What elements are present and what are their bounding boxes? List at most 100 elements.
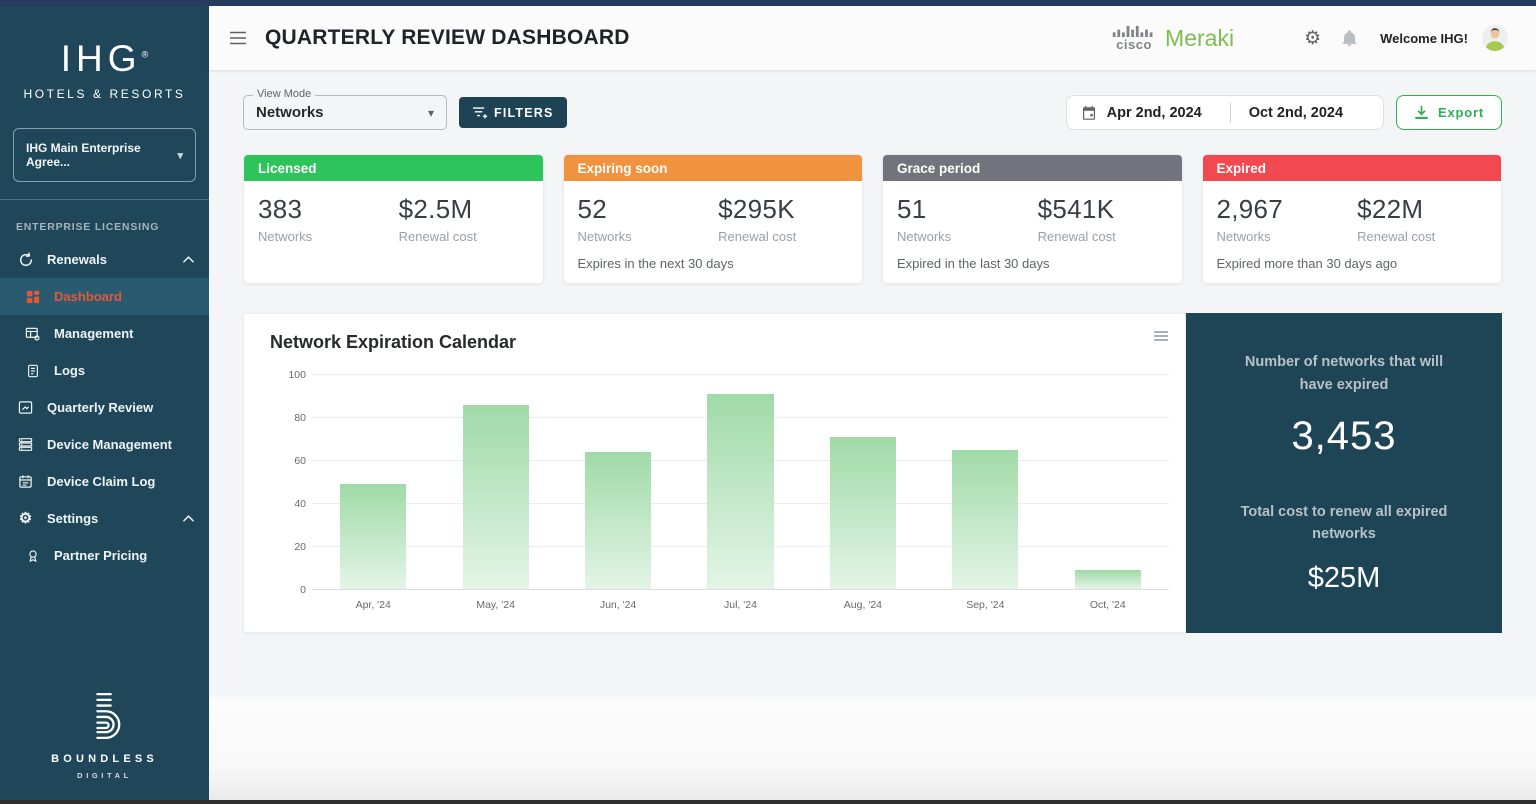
expired-networks-value: 3,453 — [1291, 414, 1396, 459]
stat-card-footnote — [244, 271, 543, 283]
quarterly-review-icon — [17, 400, 34, 415]
caret-down-icon: ▾ — [177, 149, 183, 162]
window-bottom-strip — [0, 800, 1536, 804]
bar-column — [1047, 375, 1169, 589]
sidebar-item-device-claim-log[interactable]: Device Claim Log — [0, 463, 209, 500]
chart-bar[interactable] — [830, 437, 896, 589]
welcome-message: Welcome IHG! — [1380, 31, 1468, 46]
user-avatar[interactable] — [1480, 23, 1510, 53]
chart-bar[interactable] — [463, 405, 529, 589]
management-table-icon — [24, 326, 41, 341]
sidebar-item-label: Device Management — [47, 437, 172, 452]
view-mode-select[interactable]: View Mode Networks ▾ — [243, 95, 447, 130]
bell-icon — [1341, 30, 1358, 47]
sync-icon — [17, 252, 34, 268]
bar-column — [434, 375, 556, 589]
header: QUARTERLY REVIEW DASHBOARD cisco Meraki … — [209, 6, 1536, 70]
sidebar-item-settings[interactable]: ⚙ Settings — [0, 500, 209, 537]
charts-row: Network Expiration Calendar 020406080100… — [243, 313, 1502, 633]
toolbar: View Mode Networks ▾ FILTERS Apr 2nd, 20… — [243, 95, 1502, 130]
chart-bar[interactable] — [340, 484, 406, 589]
networks-count-label: Networks — [1217, 229, 1358, 244]
y-axis-label: 40 — [276, 498, 306, 510]
download-icon — [1414, 105, 1429, 120]
renewal-cost-label: Renewal cost — [718, 229, 796, 244]
stat-card-header: Expiring soon — [564, 155, 863, 181]
x-axis-label: Oct, '24 — [1047, 599, 1169, 611]
sidebar-item-logs[interactable]: Logs — [0, 352, 209, 389]
settings-gear-button[interactable]: ⚙ — [1302, 27, 1323, 50]
sidebar-item-label: Dashboard — [54, 289, 122, 304]
stat-card-footnote: Expires in the next 30 days — [564, 256, 863, 283]
sidebar-item-renewals[interactable]: Renewals — [0, 241, 209, 278]
ihg-wordmark: IHG® — [0, 38, 209, 80]
stat-cards-row: Licensed 383Networks $2.5MRenewal cost E… — [243, 154, 1502, 284]
sidebar: IHG® HOTELS & RESORTS IHG Main Enterpris… — [0, 0, 209, 804]
renewal-cost-label: Renewal cost — [1038, 229, 1116, 244]
date-range-start[interactable]: Apr 2nd, 2024 — [1107, 105, 1202, 121]
sidebar-item-device-management[interactable]: Device Management — [0, 426, 209, 463]
boundless-logo-mark — [86, 691, 124, 741]
view-mode-label: View Mode — [253, 88, 315, 100]
sidebar-item-partner-pricing[interactable]: Partner Pricing — [0, 537, 209, 574]
chart-bar[interactable] — [1075, 570, 1141, 589]
export-button[interactable]: Export — [1396, 95, 1502, 130]
logs-document-icon — [24, 364, 41, 378]
header-right: cisco Meraki ⚙ Welcome IHG! — [1112, 23, 1510, 53]
x-axis-label: May, '24 — [434, 599, 556, 611]
menu-hamburger-icon[interactable] — [223, 25, 253, 51]
renewal-cost: $2.5M — [399, 194, 477, 225]
chart-bar[interactable] — [585, 452, 651, 589]
partner-badge-icon — [24, 549, 41, 563]
networks-count-label: Networks — [578, 229, 719, 244]
boundless-tagline: DIGITAL — [0, 771, 209, 780]
bar-column — [679, 375, 801, 589]
sidebar-item-dashboard[interactable]: Dashboard — [0, 278, 209, 315]
chart-bar[interactable] — [707, 394, 773, 589]
expired-networks-label: Number of networks that will have expire… — [1238, 351, 1450, 396]
x-axis-label: Jul, '24 — [679, 599, 801, 611]
renewal-total-value: $25M — [1308, 562, 1381, 595]
bar-column — [312, 375, 434, 589]
date-range-end[interactable]: Oct 2nd, 2024 — [1249, 105, 1343, 121]
chevron-up-icon — [183, 256, 194, 263]
sidebar-item-label: Partner Pricing — [54, 548, 147, 563]
networks-count-label: Networks — [258, 229, 399, 244]
export-button-label: Export — [1438, 105, 1484, 120]
sidebar-item-label: Quarterly Review — [47, 400, 153, 415]
boundless-logo: BOUNDLESS DIGITAL — [0, 691, 209, 804]
chart-menu-icon[interactable] — [1150, 327, 1172, 345]
date-range-picker[interactable]: Apr 2nd, 2024 Oct 2nd, 2024 — [1066, 95, 1384, 130]
sidebar-item-management[interactable]: Management — [0, 315, 209, 352]
chart-bars — [312, 375, 1169, 590]
chart-body: 020406080100 Apr, '24May, '24Jun, '24Jul… — [312, 375, 1169, 611]
org-selector[interactable]: IHG Main Enterprise Agree... ▾ — [13, 128, 196, 182]
chevron-up-icon — [183, 515, 194, 522]
chart-bar[interactable] — [952, 450, 1018, 589]
sidebar-item-label: Management — [54, 326, 133, 341]
cisco-meraki-logo: cisco Meraki — [1112, 25, 1234, 52]
sidebar-nav: Renewals Dashboard Management — [0, 241, 209, 574]
stat-card-footnote: Expired more than 30 days ago — [1203, 256, 1502, 283]
date-range-divider — [1230, 103, 1231, 123]
renewal-cost: $22M — [1357, 194, 1435, 225]
bar-column — [557, 375, 679, 589]
caret-down-icon: ▾ — [428, 106, 434, 120]
y-axis-label: 80 — [276, 412, 306, 424]
stat-card-grace-period: Grace period 51Networks $541KRenewal cos… — [882, 154, 1183, 284]
notifications-bell-button[interactable] — [1339, 28, 1360, 49]
filters-button[interactable]: FILTERS — [459, 97, 567, 128]
sidebar-item-quarterly-review[interactable]: Quarterly Review — [0, 389, 209, 426]
sidebar-section-label: ENTERPRISE LICENSING — [16, 221, 209, 233]
networks-count: 2,967 — [1217, 194, 1358, 225]
sidebar-item-label: Logs — [54, 363, 85, 378]
stat-card-licensed: Licensed 383Networks $2.5MRenewal cost — [243, 154, 544, 284]
main-area: QUARTERLY REVIEW DASHBOARD cisco Meraki … — [209, 0, 1536, 804]
stat-card-expiring-soon: Expiring soon 52Networks $295KRenewal co… — [563, 154, 864, 284]
chart-plot: 020406080100 — [312, 375, 1169, 590]
y-axis-label: 100 — [276, 369, 306, 381]
boundless-name: BOUNDLESS — [0, 753, 209, 765]
ihg-logo: IHG® HOTELS & RESORTS — [0, 38, 209, 101]
content-area: View Mode Networks ▾ FILTERS Apr 2nd, 20… — [209, 70, 1536, 804]
gear-icon: ⚙ — [17, 511, 34, 526]
